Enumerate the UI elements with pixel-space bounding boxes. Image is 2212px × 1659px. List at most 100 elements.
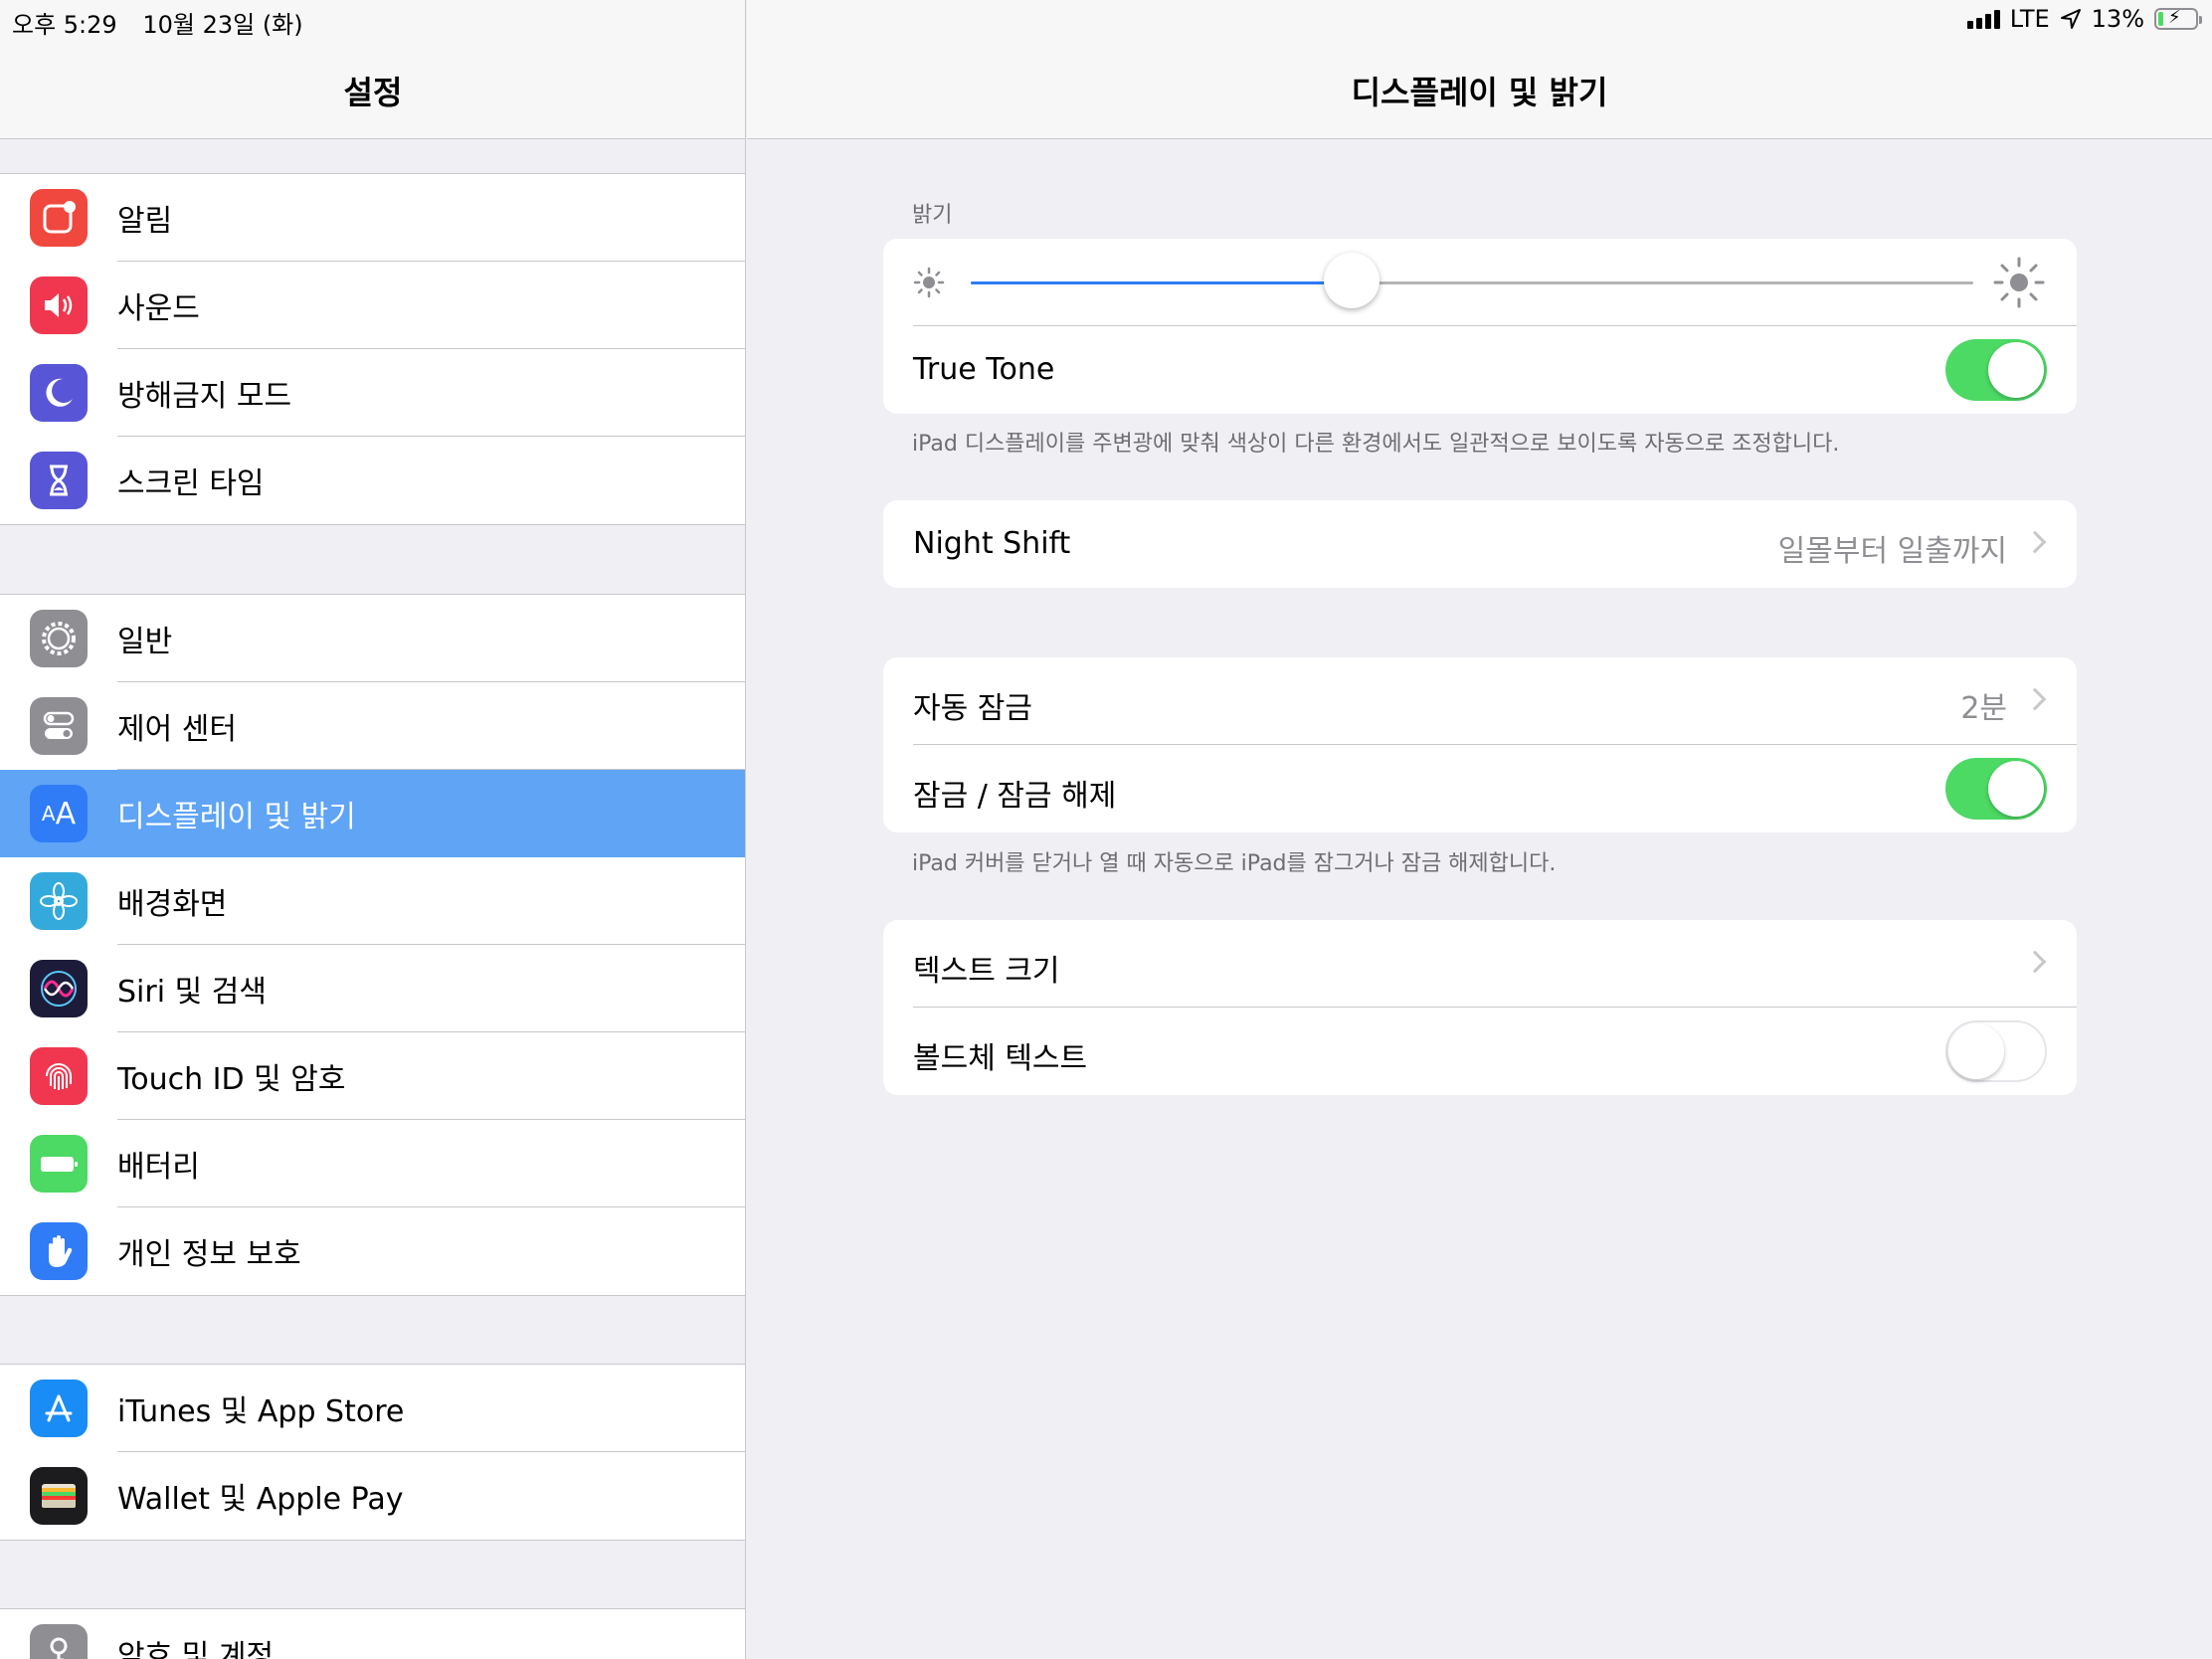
chevron-right-icon [2023,687,2047,711]
hand-icon [30,1222,88,1280]
charging-bolt-icon: ⚡ [2168,7,2181,28]
sidebar-item-label: Touch ID 및 암호 [117,1062,346,1097]
flower-icon [30,872,88,930]
auto-lock-label: 자동 잠금 [913,691,1032,726]
sidebar-item-label: 배경화면 [117,887,228,922]
location-arrow-icon [2060,9,2081,29]
sidebar-item-label: 방해금지 모드 [117,379,292,414]
sidebar-item-itunes-app-store[interactable]: iTunes 및 App Store [0,1365,745,1452]
cellular-signal-icon [1966,9,2000,29]
text-size-icon: AA [30,785,88,842]
sidebar-item-label: iTunes 및 App Store [117,1394,405,1429]
auto-lock-value: 2분 [1960,691,2007,726]
sidebar-item-siri-search[interactable]: Siri 및 검색 [0,945,745,1032]
sidebar-item-do-not-disturb[interactable]: 방해금지 모드 [0,349,745,437]
speaker-icon [30,276,88,334]
bold-text-label: 볼드체 텍스트 [913,1041,1088,1076]
sidebar-item-label: Siri 및 검색 [117,975,267,1010]
key-icon [30,1624,88,1659]
detail-pane: 디스플레이 및 밝기 밝기 True Tone iPad 디스플레이를 주변광에… [747,0,2212,1659]
battery-status-icon: ⚡ [2154,7,2202,30]
switches-icon [30,697,88,755]
siri-icon [30,960,88,1017]
hourglass-icon [30,452,88,509]
toggle-knob [1988,342,2044,398]
sidebar-item-wallpaper[interactable]: 배경화면 [0,857,745,945]
gear-icon [30,610,88,667]
settings-sidebar: 설정 알림 사운드 방해금지 모드 스크린 타임 일반 제어 센터 A A 디스… [0,0,746,1659]
text-size-row[interactable]: 텍스트 크기 [883,920,2077,1008]
lock-unlock-row: 잠금 / 잠금 해제 [883,745,2077,832]
brightness-slider[interactable] [971,281,1973,284]
sidebar-item-touch-id-passcode[interactable]: Touch ID 및 암호 [0,1032,745,1120]
sidebar-item-wallet-apple-pay[interactable]: Wallet 및 Apple Pay [0,1452,745,1540]
sidebar-item-privacy[interactable]: 개인 정보 보호 [0,1207,745,1295]
moon-icon [30,364,88,422]
night-shift-row[interactable]: Night Shift 일몰부터 일출까지 [883,500,2077,588]
brightness-slider-row [883,239,2077,326]
sidebar-title: 설정 [343,74,403,111]
brightness-card: True Tone [883,239,2077,414]
settings-group-2: 일반 제어 센터 AA 디스플레이 및 밝기 배경화면 Siri 및 검색 To… [0,594,745,1296]
toggle-knob [1988,761,2044,817]
sidebar-item-label: 배터리 [117,1150,200,1185]
brightness-slider-thumb[interactable] [1324,253,1381,308]
sidebar-item-control-center[interactable]: 제어 센터 [0,682,745,770]
lock-unlock-toggle[interactable] [1945,758,2047,820]
settings-group-4: 암호 및 계정 [0,1608,745,1659]
detail-title: 디스플레이 및 밝기 [1351,74,1608,111]
sidebar-item-sounds[interactable]: 사운드 [0,262,745,349]
true-tone-row: True Tone [883,326,2077,414]
sidebar-item-label: 스크린 타임 [117,466,265,501]
status-right: LTE 13% ⚡ [1966,5,2202,33]
status-left: 오후 5:29 10월 23일 (화) [12,5,321,40]
bold-text-toggle[interactable] [1945,1020,2047,1082]
sidebar-item-label: Wallet 및 Apple Pay [117,1482,404,1517]
sidebar-item-label: 알림 [117,204,173,239]
sidebar-item-label: 제어 센터 [117,712,237,747]
brightness-section-label: 밝기 [912,203,953,228]
lock-unlock-footer: iPad 커버를 닫거나 열 때 자동으로 iPad를 잠그거나 잠금 해제합니… [912,851,1557,876]
chevron-right-icon [2023,530,2047,554]
status-date: 10월 23일 (화) [142,11,303,39]
sun-small-icon [913,267,945,298]
sun-large-icon [1993,257,2045,308]
auto-lock-row[interactable]: 자동 잠금 2분 [883,657,2077,745]
sidebar-item-battery[interactable]: 배터리 [0,1120,745,1207]
chevron-right-icon [2023,950,2047,974]
status-bar: 오후 5:29 10월 23일 (화) LTE 13% ⚡ [0,0,2212,40]
settings-group-3: iTunes 및 App Store Wallet 및 Apple Pay [0,1364,745,1541]
brightness-slider-fill [971,281,1353,284]
sidebar-item-passwords-accounts[interactable]: 암호 및 계정 [0,1609,745,1659]
sidebar-item-label: 암호 및 계정 [117,1639,275,1659]
settings-group-1: 알림 사운드 방해금지 모드 스크린 타임 [0,173,745,525]
fingerprint-icon [30,1047,88,1105]
true-tone-toggle[interactable] [1945,339,2047,401]
notifications-icon [30,189,88,247]
sidebar-item-general[interactable]: 일반 [0,595,745,682]
text-size-label: 텍스트 크기 [913,954,1060,989]
status-time: 오후 5:29 [12,11,117,39]
sidebar-item-notifications[interactable]: 알림 [0,174,745,262]
night-shift-label: Night Shift [913,526,1071,561]
sidebar-item-label: 디스플레이 및 밝기 [117,800,356,834]
sidebar-item-display-brightness[interactable]: AA 디스플레이 및 밝기 [0,770,745,857]
sidebar-item-label: 일반 [117,625,173,659]
lock-card: 자동 잠금 2분 잠금 / 잠금 해제 [883,657,2077,832]
bold-text-row: 볼드체 텍스트 [883,1008,2077,1095]
wallet-icon [30,1467,88,1525]
sidebar-item-screen-time[interactable]: 스크린 타임 [0,437,745,524]
true-tone-footer: iPad 디스플레이를 주변광에 맞춰 색상이 다른 환경에서도 일관적으로 보… [912,432,1840,457]
toggle-knob [1948,1023,2004,1079]
night-shift-value: 일몰부터 일출까지 [1777,534,2007,569]
network-type: LTE [2009,5,2050,33]
app-store-icon [30,1380,88,1437]
sidebar-item-label: 개인 정보 보호 [117,1237,301,1272]
night-shift-card: Night Shift 일몰부터 일출까지 [883,500,2077,588]
true-tone-label: True Tone [913,352,1055,387]
text-card: 텍스트 크기 볼드체 텍스트 [883,920,2077,1095]
battery-percent: 13% [2091,5,2144,33]
lock-unlock-label: 잠금 / 잠금 해제 [913,779,1117,814]
sidebar-item-label: 사운드 [117,291,200,326]
battery-fill [2158,12,2163,26]
